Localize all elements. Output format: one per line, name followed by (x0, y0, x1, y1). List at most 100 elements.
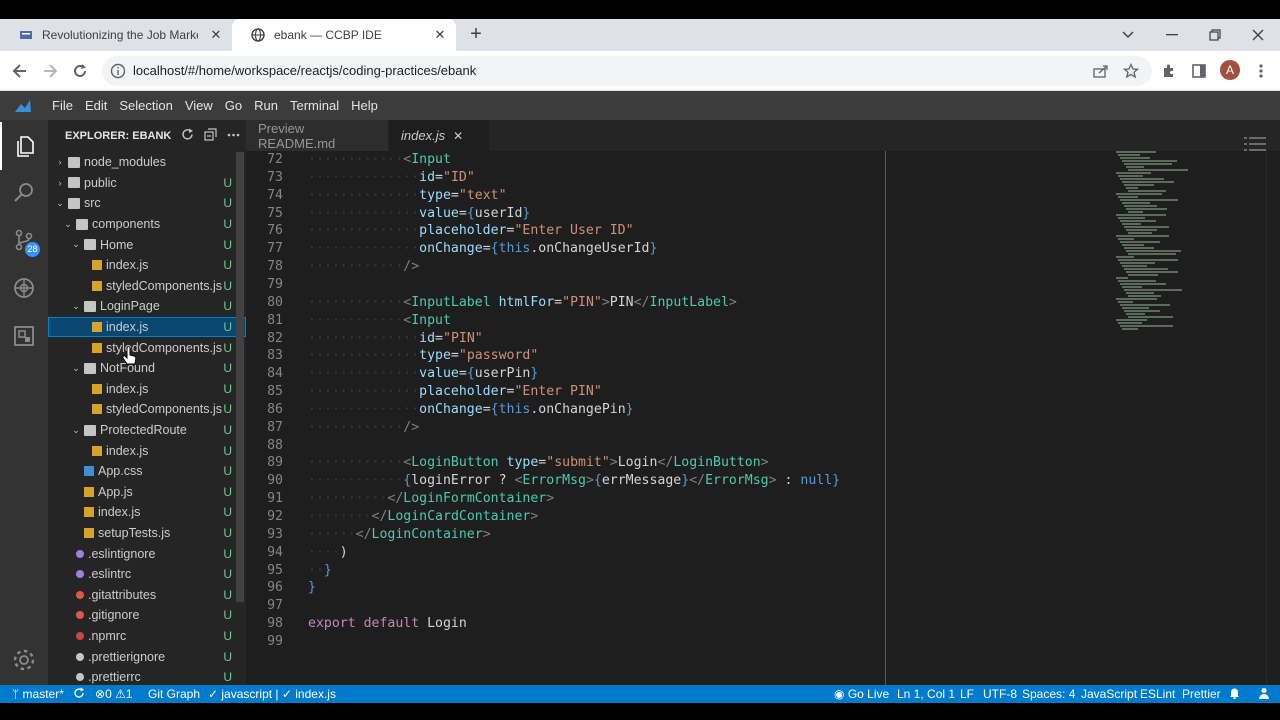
folder-row[interactable]: ⌄ NotFound U (48, 358, 246, 379)
encoding-status[interactable]: UTF-8 (983, 685, 1017, 703)
notifications-bell-icon[interactable] (1229, 685, 1240, 703)
editor-tab-index-js[interactable]: index.js ✕ (389, 120, 489, 151)
folder-row[interactable]: ⌄ components U (48, 214, 246, 235)
close-window-icon[interactable] (1238, 19, 1278, 51)
git-graph-status[interactable]: Git Graph (148, 685, 200, 703)
file-row[interactable]: App.js U (48, 482, 246, 503)
eol-status[interactable]: LF (960, 685, 974, 703)
editor-scrollbar[interactable] (1266, 151, 1280, 685)
file-row[interactable]: index.js U (48, 255, 246, 276)
collapse-all-icon[interactable] (204, 128, 217, 144)
browser-tab-inactive[interactable]: Revolutionizing the Job Market ✕ (0, 19, 232, 51)
reload-icon[interactable] (68, 59, 92, 83)
file-row[interactable]: .eslintignore U (48, 543, 246, 564)
folder-row[interactable]: ⌄ LoginPage U (48, 296, 246, 317)
code-line[interactable]: 96} (246, 579, 1226, 597)
menu-help[interactable]: Help (345, 91, 384, 120)
search-icon[interactable] (0, 168, 48, 216)
code-line[interactable]: 73 ··············id="ID" (246, 169, 1226, 187)
extensions-icon[interactable] (0, 312, 48, 360)
code-line[interactable]: 94 ····) (246, 544, 1226, 562)
menu-edit[interactable]: Edit (79, 91, 113, 120)
code-line[interactable]: 82 ··············id="PIN" (246, 330, 1226, 348)
file-row[interactable]: .prettierrc U (48, 667, 246, 685)
menu-view[interactable]: View (179, 91, 219, 120)
code-line[interactable]: 77 ··············onChange={this.onChangeU… (246, 240, 1226, 258)
browser-tab-active[interactable]: ebank — CCBP IDE ✕ (232, 19, 456, 51)
sync-icon[interactable] (73, 685, 85, 703)
code-line[interactable]: 87 ············/> (246, 419, 1226, 437)
explorer-files-icon[interactable] (0, 122, 48, 170)
code-line[interactable]: 74 ··············type="text" (246, 187, 1226, 205)
share-icon[interactable] (1092, 62, 1110, 80)
file-row[interactable]: setupTests.js U (48, 523, 246, 544)
file-row[interactable]: styledComponents.js U (48, 399, 246, 420)
prettier-status[interactable]: Prettier (1182, 685, 1221, 703)
file-row[interactable]: App.css U (48, 461, 246, 482)
folder-row[interactable]: ⌄ ProtectedRoute U (48, 420, 246, 441)
run-debug-icon[interactable] (0, 264, 48, 312)
menu-run[interactable]: Run (248, 91, 284, 120)
folder-row[interactable]: › public U (48, 173, 246, 194)
restore-window-icon[interactable] (1195, 19, 1235, 51)
address-bar[interactable]: localhost/#/home/workspace/reactjs/codin… (102, 56, 1152, 86)
explorer-scrollbar[interactable] (236, 152, 244, 602)
file-row[interactable]: styledComponents.js U (48, 276, 246, 297)
profile-avatar[interactable]: A (1220, 60, 1240, 80)
language-check-status[interactable]: ✓ javascript | ✓ index.js (208, 685, 336, 703)
file-row[interactable]: index.js U (48, 379, 246, 400)
code-view[interactable]: 72 ············<Input 73 ··············id="… (246, 151, 1280, 685)
code-line[interactable]: 72 ············<Input (246, 151, 1226, 169)
bookmark-star-icon[interactable] (1122, 62, 1140, 80)
indent-status[interactable]: Spaces: 4 (1022, 685, 1075, 703)
file-row[interactable]: styledComponents.js U (48, 337, 246, 358)
code-line[interactable]: 86 ··············onChange={this.onChangeP… (246, 401, 1226, 419)
code-line[interactable]: 99 (246, 633, 1226, 651)
file-row[interactable]: index.js U (48, 316, 246, 338)
code-line[interactable]: 75 ··············value={userId} (246, 205, 1226, 223)
site-info-icon[interactable] (110, 63, 126, 79)
go-live-status[interactable]: ◉ Go Live (834, 685, 889, 703)
layout-list-icon[interactable] (1244, 136, 1266, 152)
code-line[interactable]: 84 ··············value={userPin} (246, 365, 1226, 383)
forward-arrow-icon[interactable] (38, 59, 62, 83)
code-line[interactable]: 92 ········</LoginCardContainer> (246, 508, 1226, 526)
side-panel-icon[interactable] (1187, 59, 1211, 83)
folder-row[interactable]: ⌄ src U (48, 193, 246, 214)
code-line[interactable]: 98 export default Login (246, 615, 1226, 633)
cursor-position[interactable]: Ln 1, Col 1 (897, 685, 955, 703)
code-line[interactable]: 76 ··············placeholder="Enter User … (246, 222, 1226, 240)
code-line[interactable]: 97 (246, 597, 1226, 615)
menu-selection[interactable]: Selection (113, 91, 178, 120)
code-line[interactable]: 88 (246, 437, 1226, 455)
file-row[interactable]: index.js U (48, 502, 246, 523)
editor-tab-readme-preview[interactable]: Preview README.md (246, 120, 388, 151)
file-row[interactable]: .gitattributes U (48, 584, 246, 605)
eslint-status[interactable]: ESLint (1140, 685, 1175, 703)
code-line[interactable]: 85 ··············placeholder="Enter PIN" (246, 383, 1226, 401)
branch-status[interactable]: ᛘ master* (12, 685, 64, 703)
file-row[interactable]: .gitignore U (48, 605, 246, 626)
folder-row[interactable]: ⌄ Home U (48, 234, 246, 255)
file-row[interactable]: .npmrc U (48, 626, 246, 647)
code-line[interactable]: 90 ············{loginError ? <ErrorMsg>{e… (246, 472, 1226, 490)
code-line[interactable]: 91 ··········</LoginFormContainer> (246, 490, 1226, 508)
refresh-icon[interactable] (181, 128, 194, 144)
problems-status[interactable]: ⊗0 ⚠1 (95, 685, 133, 703)
code-line[interactable]: 79 (246, 276, 1226, 294)
browser-menu-kebab-icon[interactable] (1249, 59, 1273, 83)
back-arrow-icon[interactable] (8, 59, 32, 83)
code-line[interactable]: 80 ············<InputLabel htmlFor="PIN">… (246, 294, 1226, 312)
file-row[interactable]: .eslintrc U (48, 564, 246, 585)
close-editor-tab-icon[interactable]: ✕ (453, 129, 463, 143)
minimize-window-icon[interactable] (1152, 19, 1192, 51)
more-actions-icon[interactable] (227, 128, 240, 144)
new-tab-button[interactable]: + (466, 24, 486, 45)
file-row[interactable]: .prettierignore U (48, 646, 246, 667)
code-line[interactable]: 89 ············<LoginButton type="submit"… (246, 454, 1226, 472)
menu-file[interactable]: File (46, 91, 79, 120)
code-line[interactable]: 83 ··············type="password" (246, 347, 1226, 365)
extensions-puzzle-icon[interactable] (1157, 59, 1181, 83)
settings-gear-icon[interactable] (0, 636, 48, 684)
menu-go[interactable]: Go (219, 91, 248, 120)
